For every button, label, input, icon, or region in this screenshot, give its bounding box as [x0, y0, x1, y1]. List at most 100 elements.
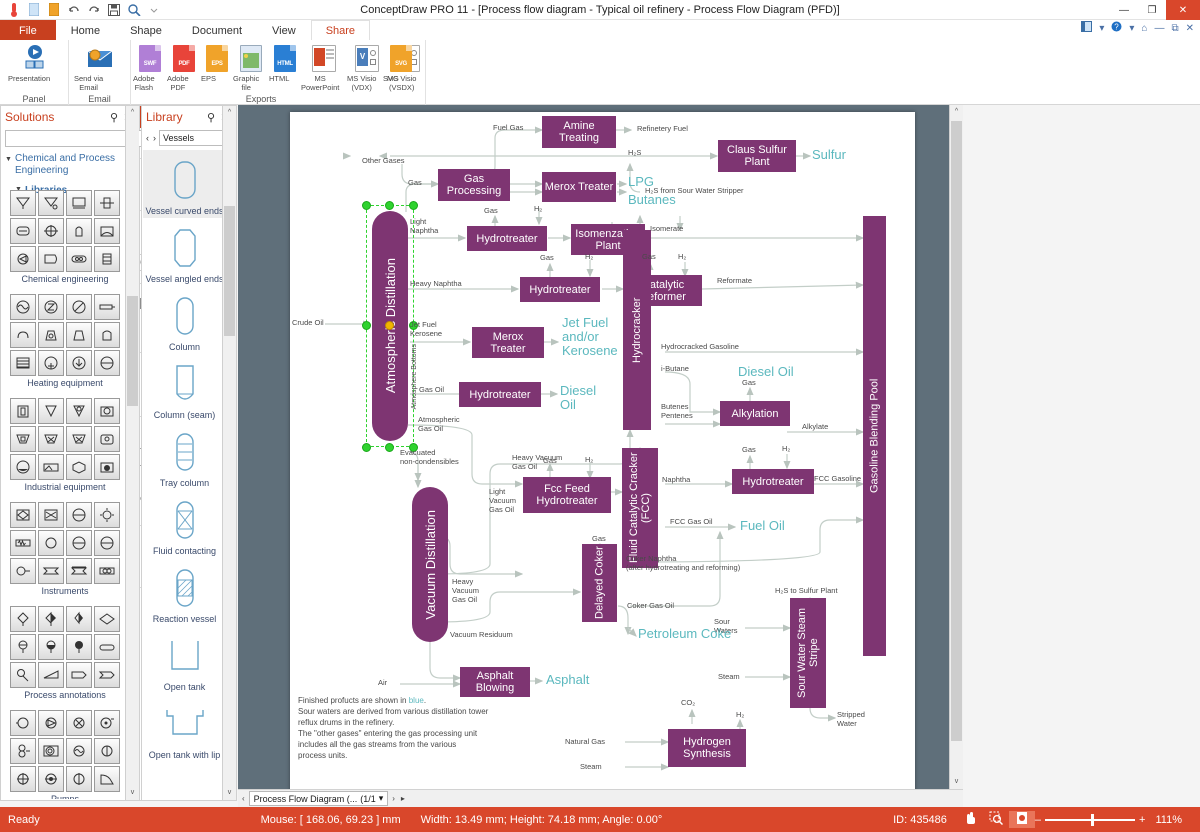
- solutions-scrollbar[interactable]: ^ v: [125, 106, 139, 800]
- zoom-tool-icon[interactable]: [983, 811, 1009, 828]
- stencil-item[interactable]: [94, 426, 120, 452]
- resize-handle-w[interactable]: [362, 321, 371, 330]
- stencil-item[interactable]: [38, 322, 64, 348]
- ribbon-display-dropdown-icon[interactable]: ▾: [1097, 23, 1106, 34]
- stencil-item[interactable]: [94, 322, 120, 348]
- stencil-item[interactable]: [10, 454, 36, 480]
- stencil-item[interactable]: [94, 558, 120, 584]
- redo-icon[interactable]: [86, 2, 102, 18]
- stencil-item[interactable]: [66, 662, 92, 688]
- zoom-slider[interactable]: – +: [1035, 814, 1146, 826]
- undo-icon[interactable]: [66, 2, 82, 18]
- stencil-item[interactable]: [66, 398, 92, 424]
- export-adobe-pdf-button[interactable]: PDF Adobe PDF: [167, 43, 201, 73]
- export-html-button[interactable]: HTML HTML: [269, 43, 301, 73]
- node-h ydrogen-synthesis[interactable]: Hydrogen Synthesis: [668, 729, 746, 767]
- resize-handle-nw[interactable]: [362, 201, 371, 210]
- stencil-item[interactable]: [94, 766, 120, 792]
- stencil-item[interactable]: [66, 502, 92, 528]
- stencil-item[interactable]: [38, 190, 64, 216]
- library-item-fluid-contacting[interactable]: Fluid contacting: [143, 490, 226, 558]
- stencil-item[interactable]: [38, 398, 64, 424]
- stencil-item[interactable]: [10, 398, 36, 424]
- stencil-item[interactable]: [94, 398, 120, 424]
- stencil-item[interactable]: [10, 322, 36, 348]
- stencil-item[interactable]: [10, 218, 36, 244]
- export-eps-button[interactable]: EPS EPS: [201, 43, 233, 73]
- canvas-vertical-scrollbar[interactable]: ^ v: [949, 105, 963, 789]
- zoom-track[interactable]: [1045, 819, 1135, 821]
- node-claus-sulfur-plant[interactable]: Claus Sulfur Plant: [718, 140, 796, 172]
- stencil-item[interactable]: [10, 426, 36, 452]
- stencil-item[interactable]: [66, 246, 92, 272]
- library-item-open-tank[interactable]: Open tank: [143, 626, 226, 694]
- document-page[interactable]: Atmospheric Distillation Vacuum Distilla…: [290, 112, 915, 789]
- chevron-down-icon[interactable]: ▼: [5, 154, 12, 166]
- export-adobe-flash-button[interactable]: SWF Adobe Flash: [133, 43, 167, 73]
- library-item-column-seam[interactable]: Column (seam): [143, 354, 226, 422]
- stencil-item[interactable]: [38, 710, 64, 736]
- library-item-column[interactable]: Column: [143, 286, 226, 354]
- stencil-item[interactable]: [94, 530, 120, 556]
- stencil-item[interactable]: [94, 710, 120, 736]
- stencil-item[interactable]: [38, 454, 64, 480]
- stencil-item[interactable]: [94, 662, 120, 688]
- node-fcc-feed-hydrotreater[interactable]: Fcc Feed Hydrotreater: [523, 477, 611, 513]
- node-merox-treater-2[interactable]: Merox Treater: [472, 327, 544, 358]
- ribbon-display-icon[interactable]: [1079, 21, 1094, 35]
- tab-view[interactable]: View: [257, 20, 311, 40]
- maximize-button[interactable]: ❐: [1138, 0, 1166, 20]
- stencil-item[interactable]: [94, 738, 120, 764]
- thermometer-icon[interactable]: [6, 2, 22, 18]
- stencil-item[interactable]: [66, 558, 92, 584]
- stencil-item[interactable]: [94, 246, 120, 272]
- node-gasoline-blending-pool[interactable]: Gasoline Blending Pool: [863, 216, 886, 656]
- restore-window-icon[interactable]: ⧉: [1169, 23, 1180, 34]
- stencil-item[interactable]: [38, 530, 64, 556]
- stencil-item[interactable]: [10, 558, 36, 584]
- library-scrollbar[interactable]: ^ v: [222, 106, 236, 800]
- library-item-vessel-curved-ends[interactable]: Vessel curved ends: [143, 150, 226, 218]
- rotation-handle[interactable]: [385, 321, 394, 330]
- stencil-item[interactable]: [38, 350, 64, 376]
- help-icon[interactable]: ?: [1109, 21, 1124, 35]
- library-item-tray-column[interactable]: Tray column: [143, 422, 226, 490]
- resize-handle-s[interactable]: [385, 443, 394, 452]
- tab-share[interactable]: Share: [311, 20, 370, 40]
- library-item-list[interactable]: Vessel curved ends Vessel angled ends Co…: [143, 150, 226, 799]
- node-hydrotreater-2[interactable]: Hydrotreater: [520, 277, 600, 302]
- stencil-item[interactable]: [10, 246, 36, 272]
- scroll-up-icon[interactable]: ^: [126, 106, 139, 120]
- stencil-item[interactable]: [94, 634, 120, 660]
- stencil-item[interactable]: [66, 634, 92, 660]
- stencil-item[interactable]: [10, 738, 36, 764]
- stencil-item[interactable]: [94, 294, 120, 320]
- solutions-stencil-list[interactable]: Chemical engineering: [2, 180, 129, 799]
- node-vacuum-distillation[interactable]: Vacuum Distillation: [412, 487, 448, 642]
- stencil-item[interactable]: [94, 218, 120, 244]
- library-pin-icon[interactable]: ⚲: [204, 111, 218, 124]
- minimize-button[interactable]: —: [1110, 0, 1138, 20]
- stencil-item[interactable]: [94, 502, 120, 528]
- node-gas-processing[interactable]: Gas Processing: [438, 169, 510, 201]
- node-fluid-catalytic-cracker[interactable]: Fluid Catalytic Cracker (FCC): [622, 448, 658, 568]
- library-item-open-tank-lip[interactable]: Open tank with lip: [143, 694, 226, 762]
- library-item-reaction-vessel[interactable]: Reaction vessel: [143, 558, 226, 626]
- restore-up-icon[interactable]: ⌂: [1139, 23, 1149, 34]
- stencil-item[interactable]: [66, 322, 92, 348]
- hand-tool-icon[interactable]: [957, 811, 983, 828]
- canvas-area[interactable]: Atmospheric Distillation Vacuum Distilla…: [238, 105, 963, 789]
- stencil-item[interactable]: [66, 530, 92, 556]
- stencil-item[interactable]: [10, 662, 36, 688]
- chevron-down-icon[interactable]: ▾: [379, 793, 384, 804]
- solutions-search-input[interactable]: [5, 130, 145, 147]
- stencil-item[interactable]: [10, 502, 36, 528]
- stencil-item[interactable]: [38, 426, 64, 452]
- resize-handle-sw[interactable]: [362, 443, 371, 452]
- send-via-email-button[interactable]: Send via Email: [74, 43, 126, 73]
- save-icon[interactable]: [106, 2, 122, 18]
- stencil-item[interactable]: [94, 606, 120, 632]
- scroll-down-icon[interactable]: v: [950, 775, 963, 789]
- stencil-item[interactable]: [38, 766, 64, 792]
- tab-shape[interactable]: Shape: [115, 20, 177, 40]
